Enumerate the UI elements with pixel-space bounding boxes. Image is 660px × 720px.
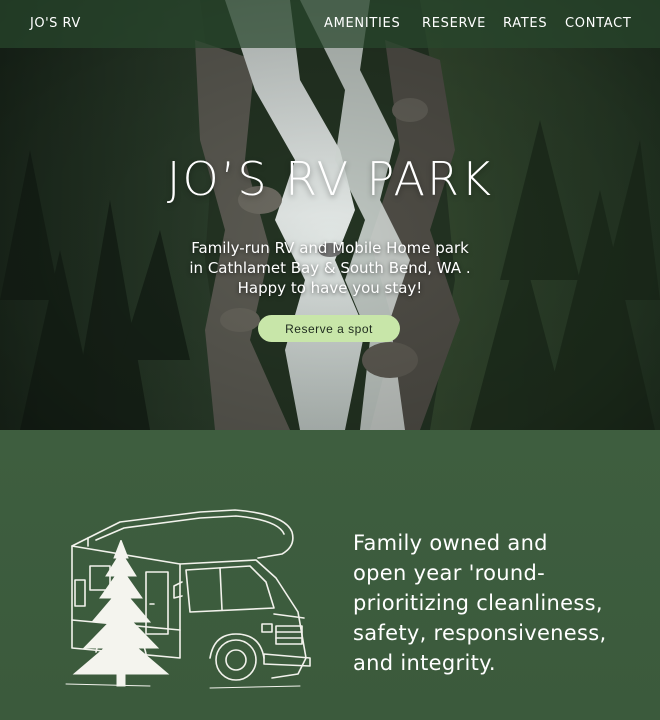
nav-link-amenities[interactable]: AMENITIES: [324, 16, 400, 31]
hero-shade-overlay: [0, 0, 660, 430]
hero-title: JO’S RV PARK: [166, 152, 494, 206]
about-section: Family owned and open year 'round- prior…: [0, 430, 660, 720]
nav-link-contact[interactable]: CONTACT: [565, 16, 632, 31]
pine-tree-illustration: [72, 540, 170, 687]
about-description: Family owned and open year 'round- prior…: [353, 528, 643, 678]
hero-subtitle: Family-run RV and Mobile Home park in Ca…: [150, 238, 510, 298]
about-text-line: open year 'round-: [353, 561, 546, 585]
hero-subtitle-line: Family-run RV and Mobile Home park: [191, 239, 469, 257]
hero-section: JO'S RV AMENITIES RESERVE RATES CONTACT …: [0, 0, 660, 430]
about-text-line: and integrity.: [353, 651, 496, 675]
nav-link-reserve[interactable]: RESERVE: [422, 16, 486, 31]
about-text-line: Family owned and: [353, 531, 548, 555]
hero-subtitle-line: in Cathlamet Bay & South Bend, WA .: [189, 259, 471, 277]
top-navbar: JO'S RV AMENITIES RESERVE RATES CONTACT: [0, 0, 660, 48]
about-text-line: safety, responsiveness,: [353, 621, 607, 645]
reserve-spot-button[interactable]: Reserve a spot: [258, 315, 400, 342]
brand-logo-link[interactable]: JO'S RV: [30, 16, 81, 31]
nav-link-rates[interactable]: RATES: [503, 16, 547, 31]
about-text-line: prioritizing cleanliness,: [353, 591, 603, 615]
hero-subtitle-line: Happy to have you stay!: [237, 279, 423, 297]
